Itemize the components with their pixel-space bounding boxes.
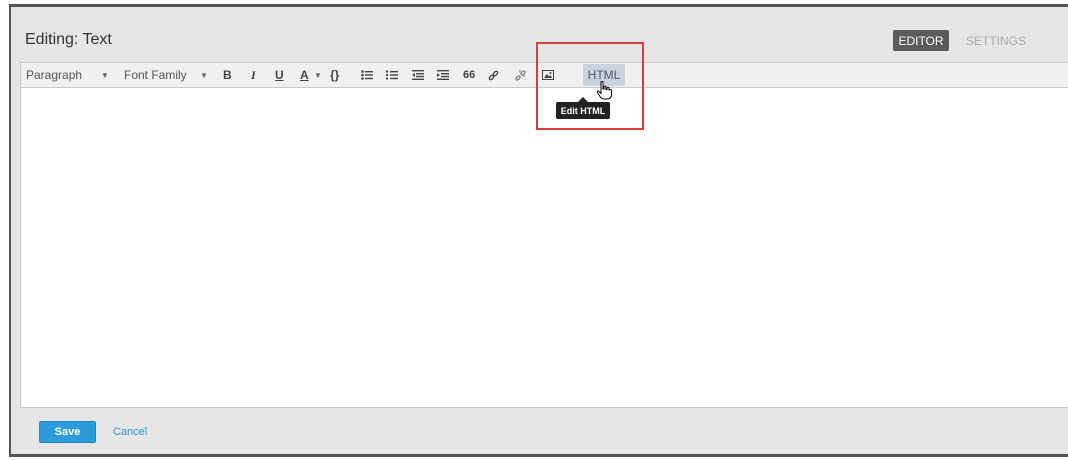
dialog-title: Editing: Text xyxy=(25,31,112,48)
italic-button[interactable]: I xyxy=(251,63,256,87)
font-family-select-label: Font Family xyxy=(124,68,187,82)
bold-button[interactable]: B xyxy=(223,63,232,87)
format-select[interactable]: Paragraph xyxy=(26,63,82,87)
numbered-list-button[interactable] xyxy=(386,63,398,87)
cancel-link[interactable]: Cancel xyxy=(113,421,147,443)
bullet-list-button[interactable] xyxy=(361,63,373,87)
editor-content-area[interactable] xyxy=(20,88,1068,408)
text-color-caret-icon[interactable]: ▼ xyxy=(314,63,322,87)
bold-icon: B xyxy=(223,68,232,82)
bullet-list-icon xyxy=(361,70,373,80)
blockquote-icon: 66 xyxy=(463,69,476,81)
tab-settings[interactable]: SETTINGS xyxy=(966,30,1026,51)
outdent-button[interactable] xyxy=(412,63,424,87)
indent-icon xyxy=(437,70,449,80)
link-button[interactable] xyxy=(488,63,499,87)
code-button[interactable]: {} xyxy=(330,63,339,87)
format-caret-icon[interactable]: ▼ xyxy=(101,63,109,87)
underline-button[interactable]: U xyxy=(275,63,284,87)
save-button[interactable]: Save xyxy=(39,421,96,443)
tab-editor[interactable]: EDITOR xyxy=(893,30,949,51)
code-icon: {} xyxy=(330,68,340,82)
text-color-icon: A xyxy=(300,68,309,82)
numbered-list-icon xyxy=(386,70,398,80)
text-color-button[interactable]: A xyxy=(300,63,309,87)
outdent-icon xyxy=(412,70,424,80)
link-icon xyxy=(488,70,499,80)
blockquote-button[interactable]: 66 xyxy=(463,63,475,87)
underline-icon: U xyxy=(275,68,284,82)
unlink-icon xyxy=(515,69,526,81)
highlight-annotation-box xyxy=(536,42,644,130)
font-family-caret-icon[interactable]: ▼ xyxy=(200,63,208,87)
indent-button[interactable] xyxy=(437,63,449,87)
unlink-button[interactable] xyxy=(515,63,526,87)
font-family-select[interactable]: Font Family xyxy=(124,63,187,87)
format-select-label: Paragraph xyxy=(26,68,83,82)
italic-icon: I xyxy=(251,67,256,82)
